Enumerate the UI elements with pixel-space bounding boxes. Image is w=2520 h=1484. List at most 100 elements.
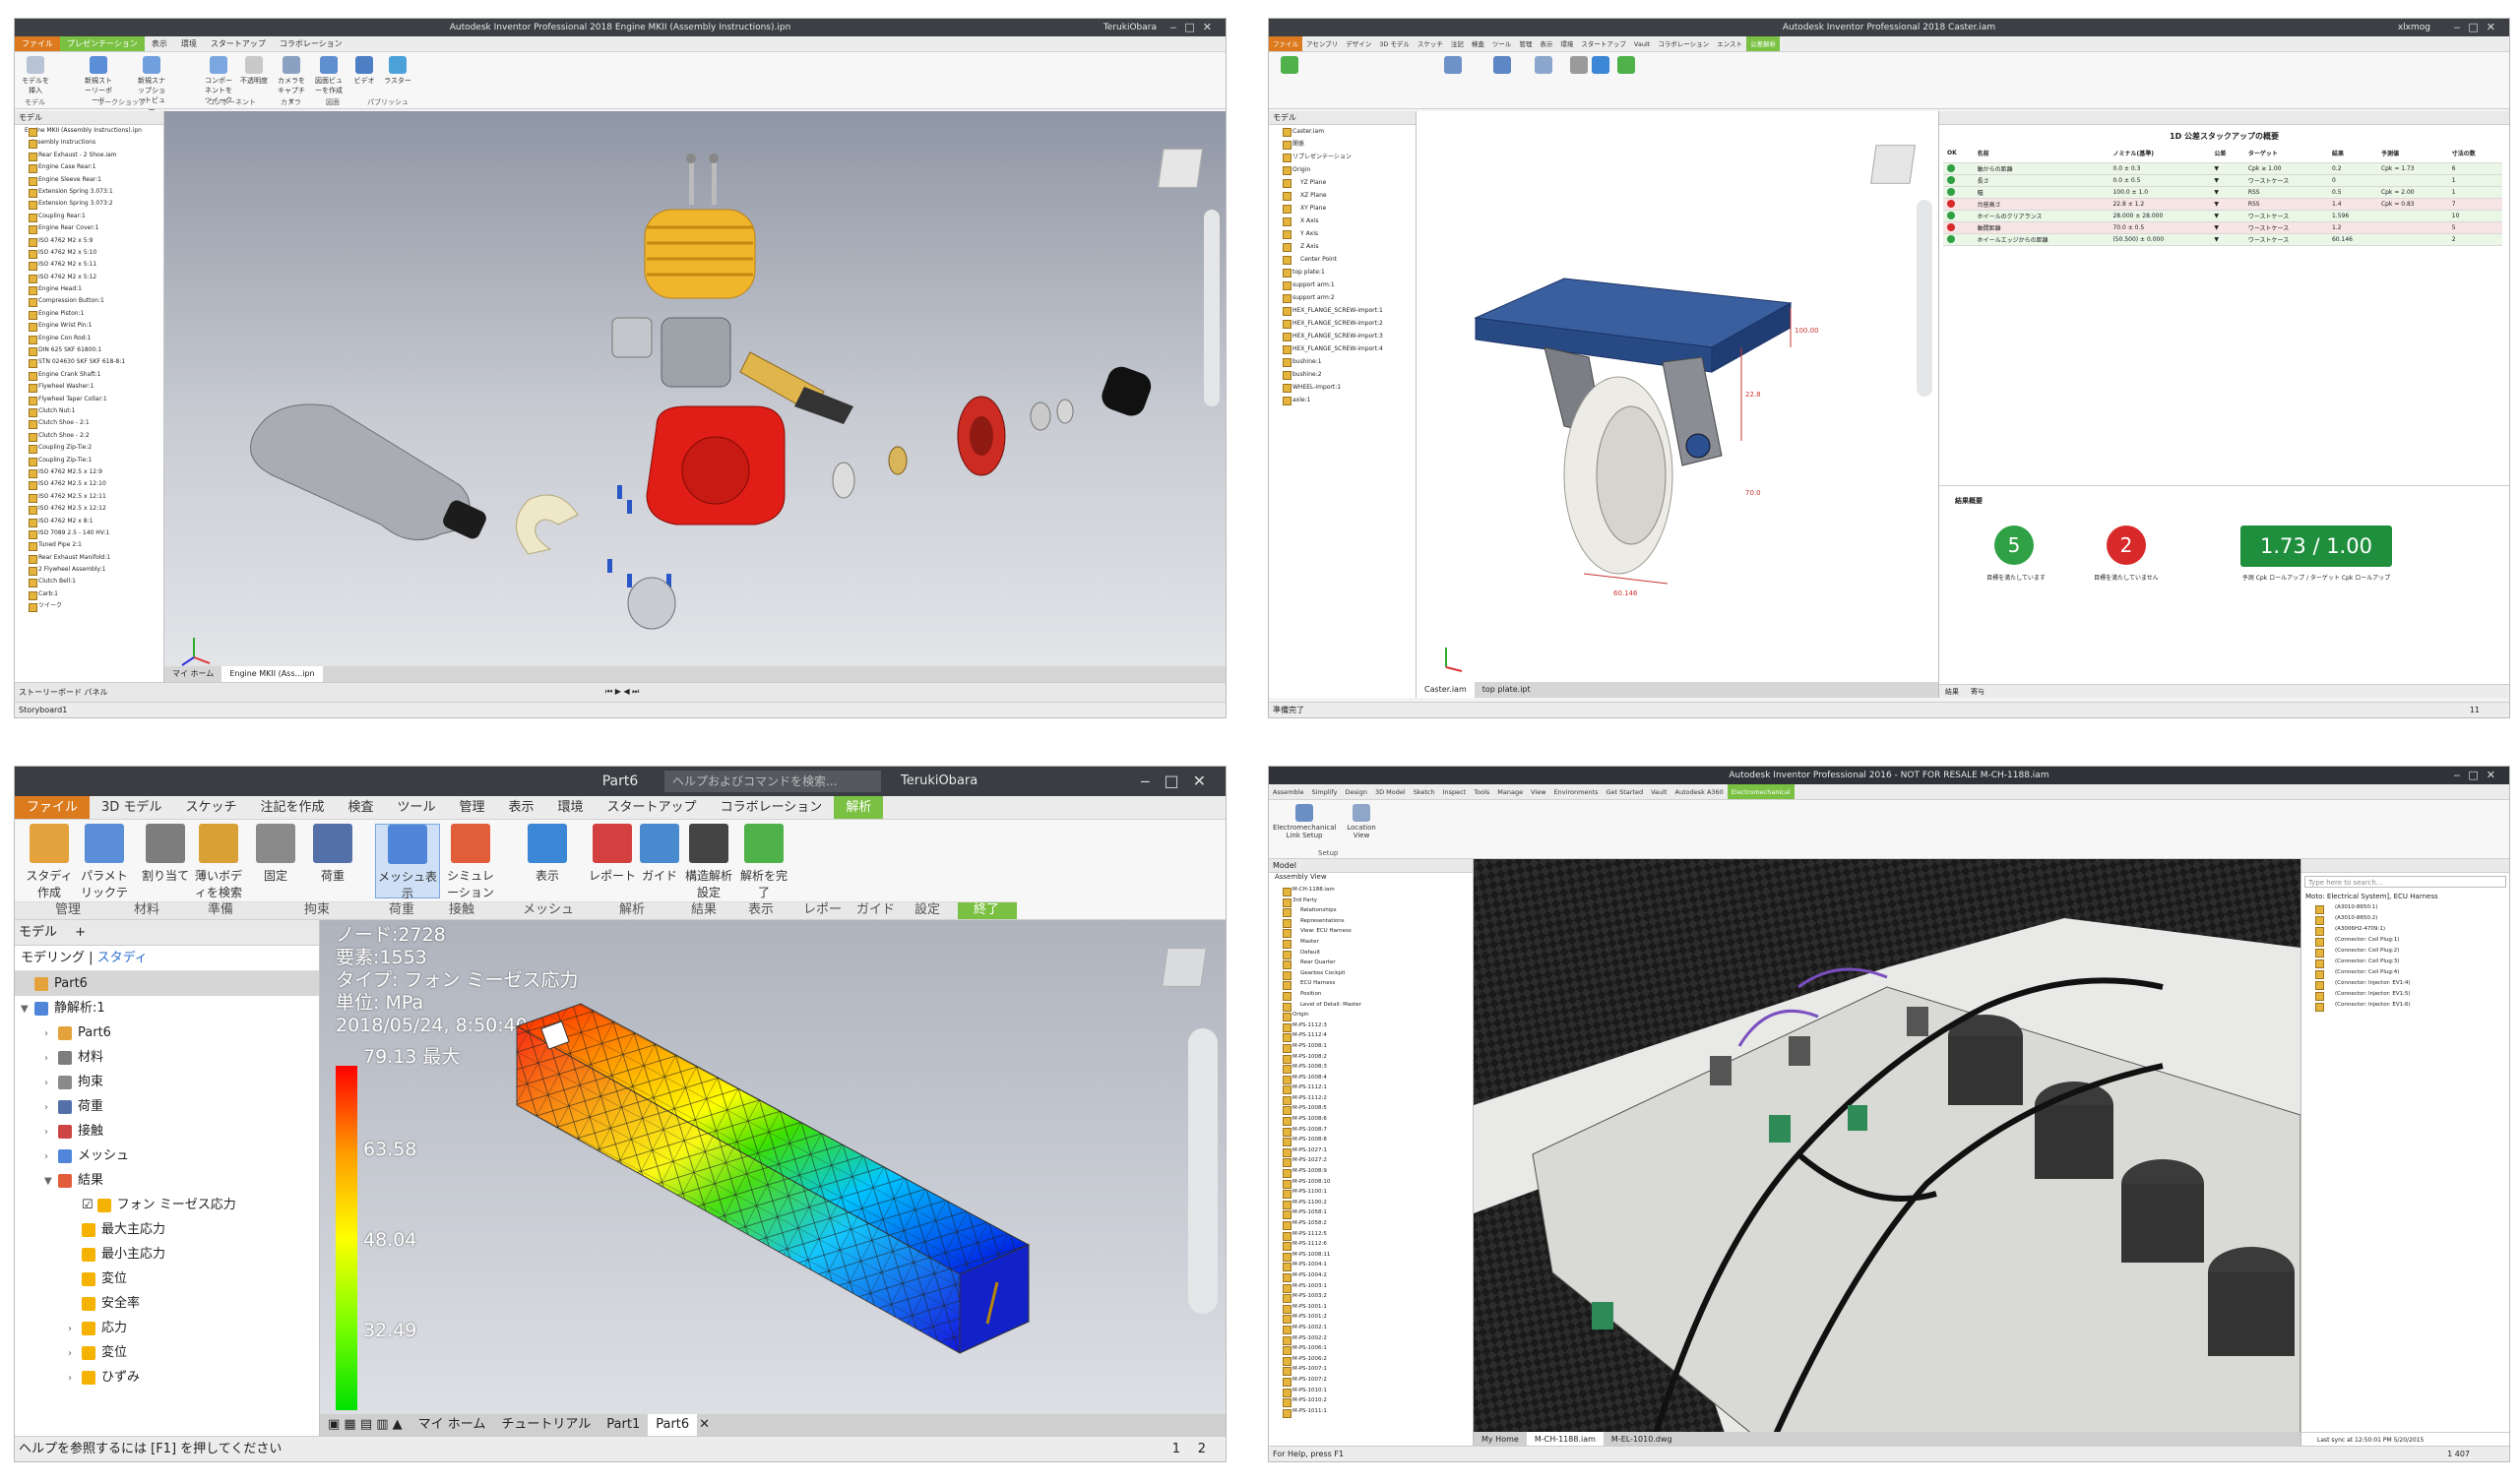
harness-node[interactable]: (Connector: Coil Plug:3) [2301,957,2509,968]
harness-node[interactable]: (A3006H2-4709:1) [2301,924,2509,936]
tree-node[interactable]: XZ Plane [1269,189,1416,202]
expand-icon[interactable]: › [44,1144,58,1169]
ribbon-tab[interactable]: コラボレーション [1654,36,1713,51]
tree-node[interactable]: 関係 [1269,138,1416,151]
tree-node[interactable]: ISO 4762 M2 x 5:10 [15,247,163,260]
ribbon-tab[interactable]: 3D モデル [1375,36,1414,51]
ribbon-button[interactable]: 構造解析設定 [680,824,737,900]
tree-node[interactable]: M-PS-1007:2 [1269,1375,1473,1387]
tree-node[interactable]: ISO 4762 M2 x 5:12 [15,272,163,284]
tree-node[interactable]: Caster.iam [1269,125,1416,138]
tab-results[interactable]: 結果 [1939,688,1965,696]
ribbon-tab[interactable]: 注記 [1447,36,1468,51]
expand-icon[interactable]: › [68,1317,82,1341]
browser-tab-model[interactable]: モデル [19,925,57,940]
tree-node[interactable]: Engine Wrist Pin:1 [15,320,163,333]
ribbon-tab[interactable]: ファイル [15,796,91,819]
edit-stackup-button[interactable] [1436,56,1470,76]
tree-node[interactable]: M-PS-1008:5 [1269,1103,1473,1116]
tree-node[interactable]: M-PS-1008:4 [1269,1073,1473,1084]
user-name[interactable]: TerukiObara [1103,19,1157,36]
help-search-input[interactable]: ヘルプおよびコマンドを検索... [664,771,881,792]
ribbon-button[interactable]: スタディ作成 [21,824,78,900]
user-name[interactable]: xlxmog [2398,19,2430,36]
ribbon-tab[interactable]: 表示 [497,796,546,819]
view-cube[interactable] [1158,149,1203,188]
ribbon-button[interactable]: 薄いボディを検索 [190,824,247,900]
tree-node[interactable]: STN 024630 SKF SKF 618-8:1 [15,356,163,369]
tree-node[interactable]: › 材料 [15,1045,319,1070]
navigation-bar[interactable] [1204,210,1220,406]
tree-node[interactable]: › 荷重 [15,1094,319,1119]
tree-node[interactable]: ISO 4762 M2.5 x 12:11 [15,491,163,504]
tree-node[interactable]: M-PS-1008:1 [1269,1041,1473,1053]
tree-node[interactable]: Engine Crank Shaft:1 [15,369,163,382]
tree-node[interactable]: M-PS-1011:1 [1269,1406,1473,1418]
expand-icon[interactable]: ▼ [21,997,34,1021]
tree-node[interactable]: ☑ フォン ミーゼス応力 [15,1193,319,1217]
tree-node[interactable]: Z Axis [1269,240,1416,253]
tree-node[interactable]: Position [1269,989,1473,1001]
doc-tab-caster[interactable]: Caster.iam [1417,682,1475,698]
tree-node[interactable]: M-PS-1008:9 [1269,1166,1473,1178]
close-icon[interactable]: ✕ [691,1414,718,1436]
tree-node[interactable]: Carb:1 [15,588,163,601]
tree-node[interactable]: M-PS-1112:3 [1269,1020,1473,1032]
window-controls[interactable]: ‒□✕ [1140,767,1220,796]
ribbon-tab[interactable]: スタートアップ [596,796,709,819]
ribbon-tab[interactable]: Vault [1647,784,1670,799]
harness-node[interactable]: (Connector: Coil Plug:2) [2301,946,2509,958]
tree-node[interactable]: top plate:1 [1269,266,1416,278]
harness-node[interactable]: (Connector: Coil Plug:4) [2301,967,2509,979]
mode-study[interactable]: スタディ [97,951,148,965]
graphics-viewport[interactable]: 22.8 100.00 60.146 70.0 Caster.iam top pl… [1417,111,1938,698]
ribbon-tab[interactable]: 3D Model [1371,784,1410,799]
tree-node[interactable]: › ひずみ [15,1365,319,1390]
navigation-bar[interactable] [1917,200,1932,397]
table-row[interactable]: 台座高さ 22.8 ± 1.2 ▼ RSS 1.4 Cpk = 0.83 7 [1943,198,2502,211]
tree-node[interactable]: Center Point [1269,253,1416,266]
tree-node[interactable]: X Axis [1269,215,1416,227]
mode-modeling[interactable]: モデリング [21,951,85,965]
tree-node[interactable]: M-PS-1100:1 [1269,1187,1473,1199]
view-cube[interactable] [1162,948,1207,987]
ribbon-tab[interactable]: ツール [385,796,447,819]
tree-node[interactable]: M-PS-1008:2 [1269,1052,1473,1064]
tree-node[interactable]: Default [1269,948,1473,959]
tree-node[interactable]: M-PS-1004:1 [1269,1260,1473,1271]
tree-node[interactable]: Clutch Nut:1 [15,405,163,418]
ribbon-tab[interactable]: コラボレーション [709,796,835,819]
ribbon-button[interactable]: シミュレーション [442,824,499,900]
expand-icon[interactable]: › [44,1046,58,1071]
ribbon-button[interactable]: 荷重 [304,824,361,884]
window-controls[interactable]: ‒□✕ [1169,19,1220,36]
tree-node[interactable]: M-PS-1006:1 [1269,1343,1473,1355]
tree-node[interactable]: Y Axis [1269,227,1416,240]
tree-node[interactable]: 3rd Party [1269,896,1473,907]
tree-node[interactable]: Assembly Instructions [15,137,163,150]
tree-node[interactable]: Part6 [15,971,319,996]
tree-node[interactable]: Engine Sleeve Rear:1 [15,174,163,186]
navigation-bar[interactable] [1188,1028,1218,1314]
tree-node[interactable]: Rear Exhaust - 2 Shoe.iam [15,150,163,162]
tree-node[interactable]: M-PS-1008:7 [1269,1125,1473,1137]
tree-node[interactable]: ISO 4762 M2.5 x 12:12 [15,503,163,516]
ribbon-tab[interactable]: ツール [1488,36,1516,51]
tree-node[interactable]: Tuned Pipe 2:1 [15,539,163,552]
tab-view[interactable]: 表示 [145,36,174,51]
video-button[interactable]: ビデオ [347,56,381,86]
tree-node[interactable]: Clutch Shoe - 2:2 [15,430,163,443]
tree-node[interactable]: Clutch Bell:1 [15,576,163,588]
graphics-viewport[interactable]: My Home M-CH-1188.iam M-EL-1010.dwg [1474,859,2300,1448]
tree-node[interactable]: ▼ 結果 [15,1168,319,1193]
ribbon-tab[interactable]: 管理 [448,796,497,819]
ribbon-tab[interactable]: Vault [1630,36,1654,51]
ribbon-tab[interactable]: Environments [1550,784,1603,799]
tree-node[interactable]: M-PS-1112:2 [1269,1093,1473,1105]
tree-node[interactable]: M-PS-1006:2 [1269,1354,1473,1366]
tree-node[interactable]: 安全率 [15,1291,319,1316]
tree-node[interactable]: Origin [1269,163,1416,176]
ribbon-tab[interactable]: ファイル [1269,36,1302,51]
add-tab-button[interactable]: + [75,925,86,940]
ribbon-tab[interactable]: Assemble [1269,784,1307,799]
